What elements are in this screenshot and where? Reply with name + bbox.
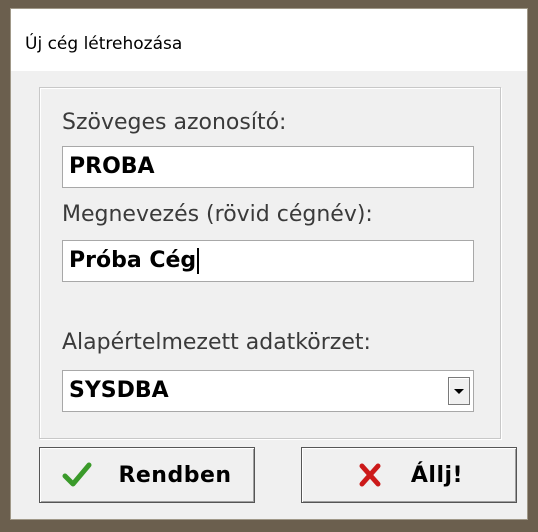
- cancel-button-label: Állj!: [410, 462, 464, 488]
- area-select-value: SYSDBA: [69, 378, 169, 403]
- dropdown-button[interactable]: [448, 377, 470, 405]
- text-id-value: PROBA: [69, 154, 155, 179]
- checkmark-icon: [62, 460, 92, 490]
- ok-button-label: Rendben: [118, 462, 232, 488]
- cancel-button[interactable]: Állj!: [301, 447, 517, 503]
- name-value: Próba Cég: [69, 248, 197, 273]
- title-bar: Új cég létrehozása: [11, 9, 527, 71]
- form-group-box: Szöveges azonosító: PROBA Megnevezés (rö…: [39, 87, 501, 439]
- window-title: Új cég létrehozása: [25, 34, 183, 54]
- ok-button[interactable]: Rendben: [39, 447, 255, 503]
- text-id-input[interactable]: PROBA: [62, 146, 474, 188]
- dialog-window: Új cég létrehozása Szöveges azonosító: P…: [10, 8, 528, 520]
- chevron-down-icon: [454, 389, 464, 394]
- area-select[interactable]: SYSDBA: [62, 370, 474, 412]
- text-caret: [197, 248, 200, 274]
- text-id-label: Szöveges azonosító:: [62, 110, 287, 135]
- dialog-body: Szöveges azonosító: PROBA Megnevezés (rö…: [11, 71, 527, 519]
- area-label: Alapértelmezett adatkörzet:: [62, 330, 371, 355]
- x-icon: [355, 460, 385, 490]
- name-label: Megnevezés (rövid cégnév):: [62, 202, 373, 227]
- name-input[interactable]: Próba Cég: [62, 240, 474, 282]
